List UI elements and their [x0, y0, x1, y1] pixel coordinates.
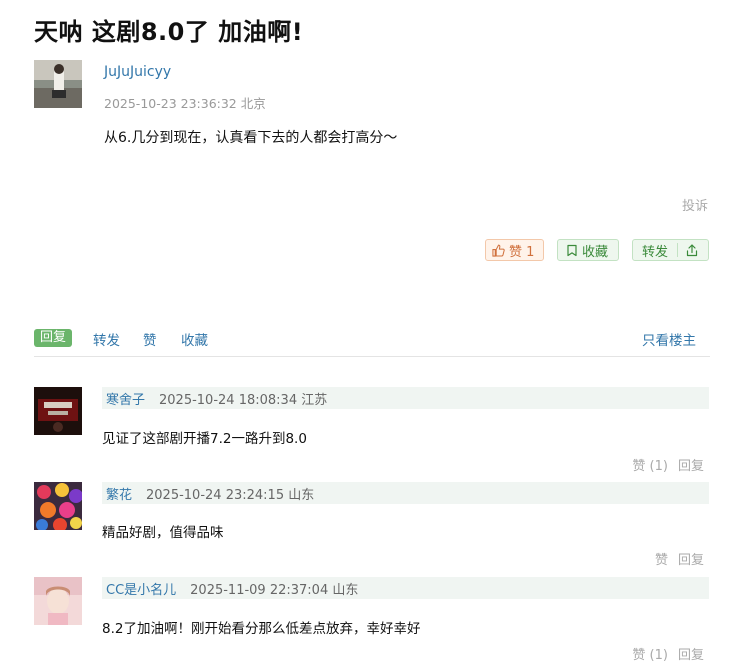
post-title: 天呐 这剧8.0了 加油啊! [34, 18, 304, 46]
only-op-filter[interactable]: 只看楼主 [642, 329, 696, 349]
comment-meta: 2025-11-09 22:37:04 山东 [190, 582, 359, 598]
comment-like-button[interactable]: 赞 (1) [632, 644, 668, 663]
comment-reply-button[interactable]: 回复 [678, 455, 704, 474]
thumbs-up-icon [492, 244, 505, 257]
comment-header: CC是小名儿 2025-11-09 22:37:04 山东 [102, 577, 709, 599]
comment-like-button[interactable]: 赞 [655, 549, 668, 568]
comment-actions: 赞 回复 [655, 549, 704, 568]
comment-text: 精品好剧，值得品味 [102, 525, 224, 541]
comment-meta: 2025-10-24 18:08:34 江苏 [159, 392, 328, 408]
comment-actions: 赞 (1) 回复 [632, 644, 704, 663]
favorite-button[interactable]: 收藏 [557, 239, 619, 261]
tab-favorite[interactable]: 收藏 [181, 329, 208, 349]
post-content: 从6.几分到现在，认真看下去的人都会打高分～ [104, 130, 398, 146]
tab-repost[interactable]: 转发 [93, 329, 120, 349]
comment-username[interactable]: 繁花 [106, 484, 132, 503]
comment-reply-button[interactable]: 回复 [678, 549, 704, 568]
bookmark-icon [566, 244, 578, 257]
share-icon [686, 243, 698, 257]
share-button[interactable]: 转发 [632, 239, 709, 261]
comment-text: 见证了这部剧开播7.2一路升到8.0 [102, 431, 307, 447]
tab-reply[interactable]: 回复 [34, 329, 73, 347]
comment-header: 寒舍子 2025-10-24 18:08:34 江苏 [102, 387, 709, 409]
comment-text: 8.2了加油啊！刚开始看分那么低差点放弃，幸好幸好 [102, 621, 421, 637]
comment-username[interactable]: 寒舍子 [106, 389, 145, 408]
post-meta: 2025-10-23 23:36:32 北京 [104, 96, 266, 111]
comment-avatar[interactable] [34, 387, 82, 435]
comment-like-button[interactable]: 赞 (1) [632, 455, 668, 474]
like-button-label: 赞 1 [509, 244, 535, 260]
like-button[interactable]: 赞 1 [485, 239, 544, 261]
comment-tabs: 回复 转发 赞 收藏 只看楼主 [34, 326, 710, 357]
report-link[interactable]: 投诉 [682, 195, 708, 214]
tab-like[interactable]: 赞 [143, 329, 157, 349]
comment-meta: 2025-10-24 23:24:15 山东 [146, 487, 315, 503]
comment-header: 繁花 2025-10-24 23:24:15 山东 [102, 482, 709, 504]
comment-avatar[interactable] [34, 482, 82, 530]
author-avatar[interactable] [34, 60, 82, 108]
comment-reply-button[interactable]: 回复 [678, 644, 704, 663]
comment-username[interactable]: CC是小名儿 [106, 579, 176, 598]
comment-actions: 赞 (1) 回复 [632, 455, 704, 474]
favorite-button-label: 收藏 [582, 244, 609, 260]
author-name[interactable]: JuJuJuicyy [104, 64, 171, 80]
comment-avatar[interactable] [34, 577, 82, 625]
share-button-label: 转发 [642, 244, 669, 260]
